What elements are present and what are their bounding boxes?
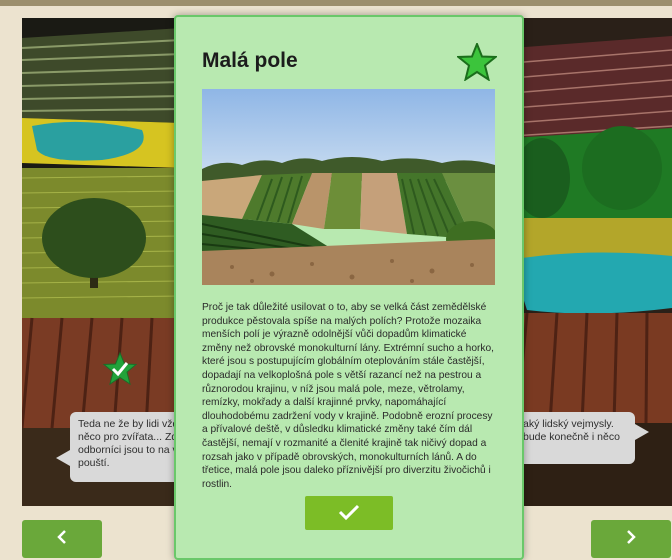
- collected-star-check-icon[interactable]: [102, 351, 138, 391]
- star-icon: [455, 41, 499, 86]
- next-button[interactable]: [591, 520, 671, 558]
- top-frame-border: [0, 0, 672, 6]
- chevron-left-icon: [55, 529, 69, 550]
- fields-photo: [202, 89, 495, 285]
- speech-bubble-right: aký lidský vejmysly. bude konečně i něco: [515, 412, 649, 464]
- modal-title: Malá pole: [202, 49, 298, 72]
- chevron-right-icon: [624, 529, 638, 550]
- checkmark-icon: [337, 503, 361, 524]
- previous-button[interactable]: [22, 520, 102, 558]
- info-modal: Malá pole Proč je tak důležité usilovat …: [174, 15, 524, 560]
- modal-body-text: Proč je tak důležité usilovat o to, aby …: [202, 302, 494, 490]
- confirm-button[interactable]: [305, 496, 393, 530]
